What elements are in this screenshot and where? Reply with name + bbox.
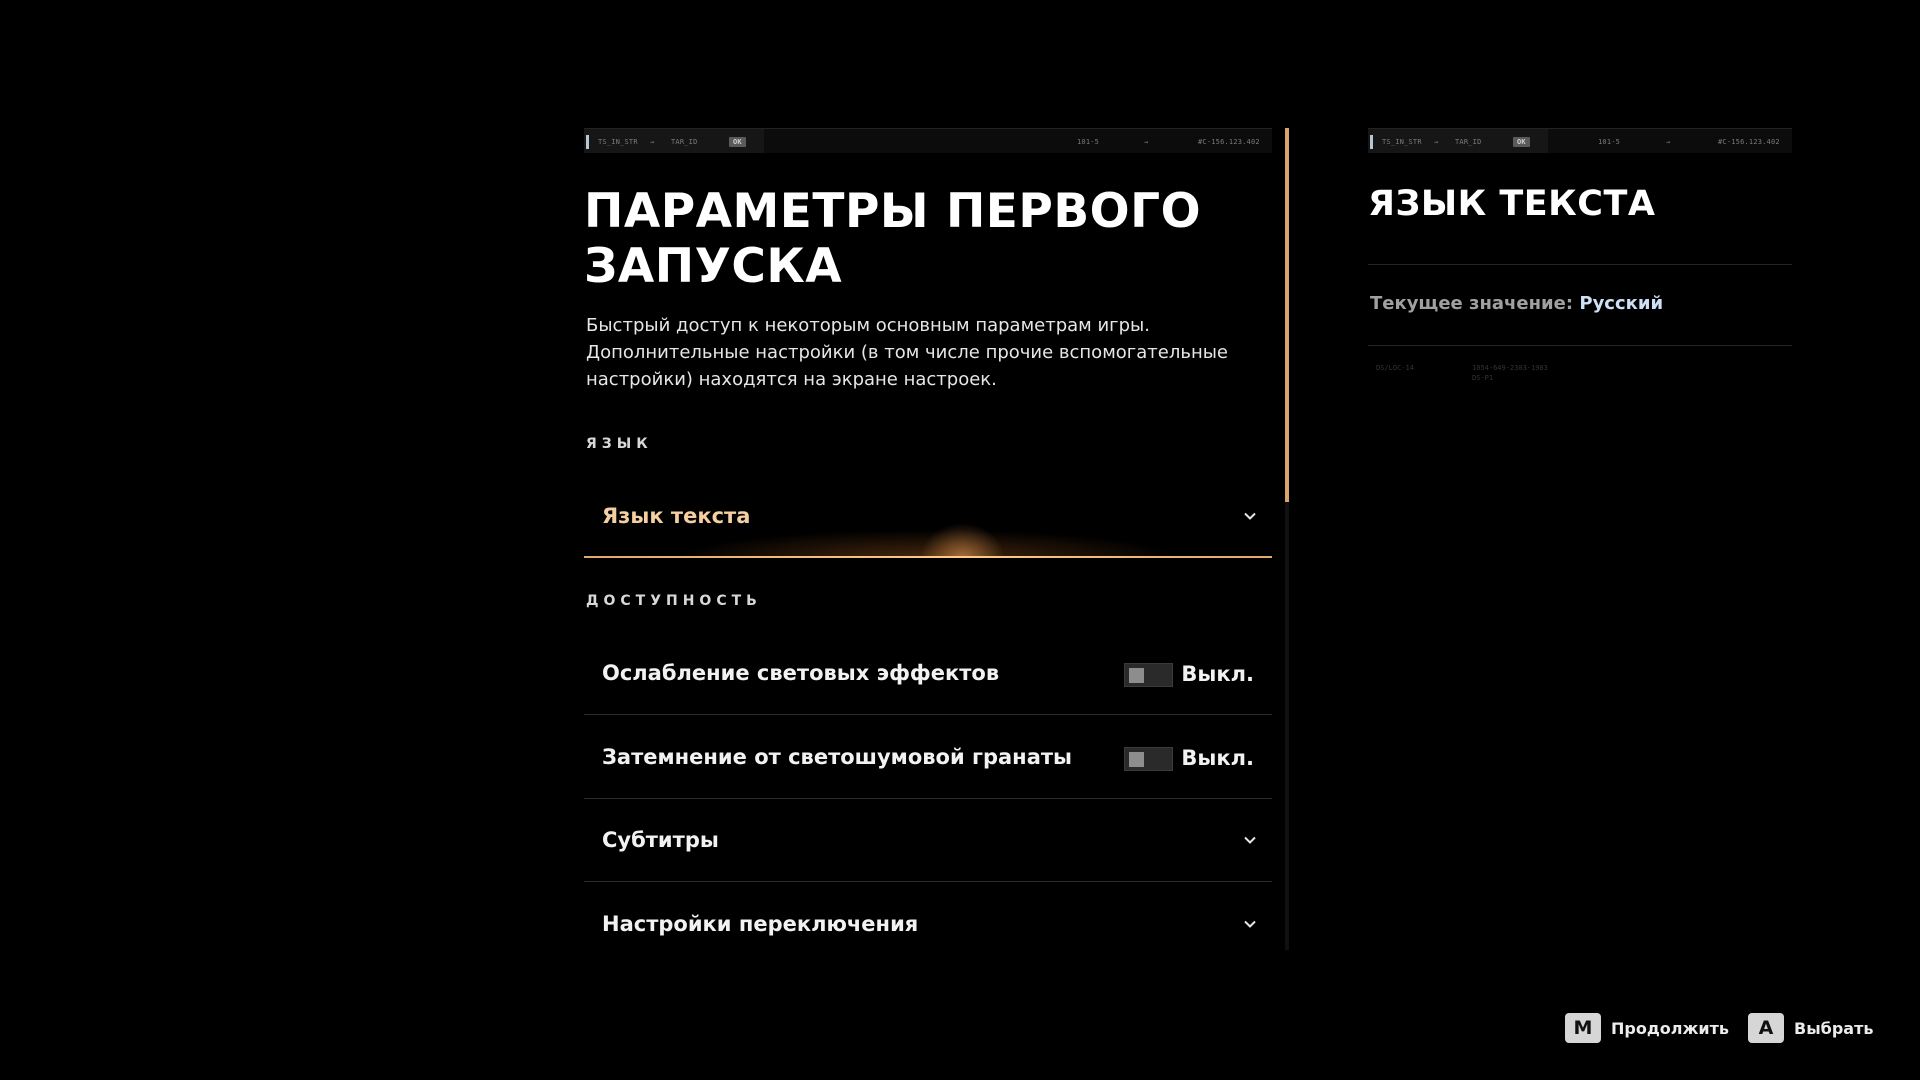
current-value-line: Текущее значение: Русский (1370, 293, 1663, 314)
hud-arrow-left: → (1434, 138, 1439, 146)
row-divider (584, 881, 1272, 882)
first-launch-settings-panel: TS_IN_STR → TAR_ID OK 101-5 → #C-156.123… (584, 128, 1272, 950)
current-value: Русский (1579, 293, 1664, 314)
hud-status-bar: TS_IN_STR → TAR_ID OK 101-5 → #C-156.123… (584, 128, 1272, 153)
hud-arrow-right: → (1144, 138, 1149, 146)
toggle-knob (1129, 752, 1144, 767)
section-label-language: ЯЗЫК (586, 436, 653, 452)
hud-code-addr: #C-156.123.402 (1198, 138, 1260, 146)
setting-row-flashbang-dim[interactable]: Затемнение от светошумовой гранаты Выкл. (584, 717, 1272, 799)
detail-panel: TS_IN_STR → TAR_ID OK 101-5 → #C-156.123… (1368, 128, 1792, 428)
setting-row-reduce-flash[interactable]: Ослабление световых эффектов Выкл. (584, 633, 1272, 715)
hud-code-left: TS_IN_STR (1382, 138, 1422, 146)
selection-underline (584, 556, 1272, 558)
toggle-switch[interactable] (1124, 747, 1173, 771)
toggle-knob (1129, 668, 1144, 683)
chevron-down-icon (1244, 920, 1256, 928)
hud-code-num: 101-5 (1598, 138, 1621, 146)
select-label: Выбрать (1794, 1018, 1874, 1038)
continue-prompt[interactable]: M Продолжить (1565, 1013, 1729, 1043)
page-description: Быстрый доступ к некоторым основным пара… (586, 315, 1228, 390)
hud-arrow-right: → (1666, 138, 1671, 146)
chevron-down-icon (1244, 836, 1256, 844)
chevron-down-icon (1244, 512, 1256, 520)
setting-row-toggle-settings[interactable]: Настройки переключения (584, 884, 1272, 966)
hud-code-mid: TAR_ID (1455, 138, 1482, 146)
hud-code-mid: TAR_ID (671, 138, 698, 146)
hud-code-addr: #C-156.123.402 (1718, 138, 1780, 146)
toggle-value: Выкл. (1181, 746, 1254, 770)
key-m-icon: M (1565, 1013, 1601, 1043)
setting-label: Настройки переключения (602, 912, 919, 936)
hud-ok-badge: OK (1513, 137, 1530, 147)
hud-ok-badge: OK (729, 137, 746, 147)
hud-indicator-bar (1370, 135, 1373, 149)
meta-sub: DS-P1 (1472, 374, 1494, 382)
page-title: ПАРАМЕТРЫ ПЕРВОГО ЗАПУСКА (584, 184, 1202, 294)
detail-title: ЯЗЫК ТЕКСТА (1368, 184, 1656, 224)
setting-label: Ослабление световых эффектов (602, 661, 1000, 685)
setting-row-subtitles[interactable]: Субтитры (584, 800, 1272, 882)
key-a-icon: A (1748, 1013, 1784, 1043)
hud-indicator-bar (586, 135, 589, 149)
detail-divider (1368, 264, 1792, 265)
section-label-accessibility: ДОСТУПНОСТЬ (586, 593, 762, 609)
hud-code-num: 101-5 (1077, 138, 1100, 146)
current-value-label: Текущее значение: (1370, 293, 1574, 314)
scrollbar-track[interactable] (1285, 128, 1289, 950)
detail-divider (1368, 345, 1792, 346)
setting-label: Субтитры (602, 828, 719, 852)
select-prompt[interactable]: A Выбрать (1748, 1013, 1873, 1043)
scrollbar-thumb[interactable] (1285, 128, 1289, 502)
meta-code: DS/LOC-14 (1376, 364, 1414, 372)
hud-arrow-left: → (650, 138, 655, 146)
setting-label: Затемнение от светошумовой гранаты (602, 745, 1073, 769)
continue-label: Продолжить (1611, 1018, 1729, 1038)
hud-code-left: TS_IN_STR (598, 138, 638, 146)
meta-id: 1054-649-2303-1983 (1472, 364, 1548, 372)
row-divider (584, 714, 1272, 715)
row-divider (584, 798, 1272, 799)
toggle-value: Выкл. (1181, 662, 1254, 686)
toggle-switch[interactable] (1124, 663, 1173, 687)
hud-status-bar: TS_IN_STR → TAR_ID OK 101-5 → #C-156.123… (1368, 128, 1792, 153)
setting-row-text-language[interactable]: Язык текста (584, 476, 1272, 558)
setting-label: Язык текста (602, 504, 751, 528)
